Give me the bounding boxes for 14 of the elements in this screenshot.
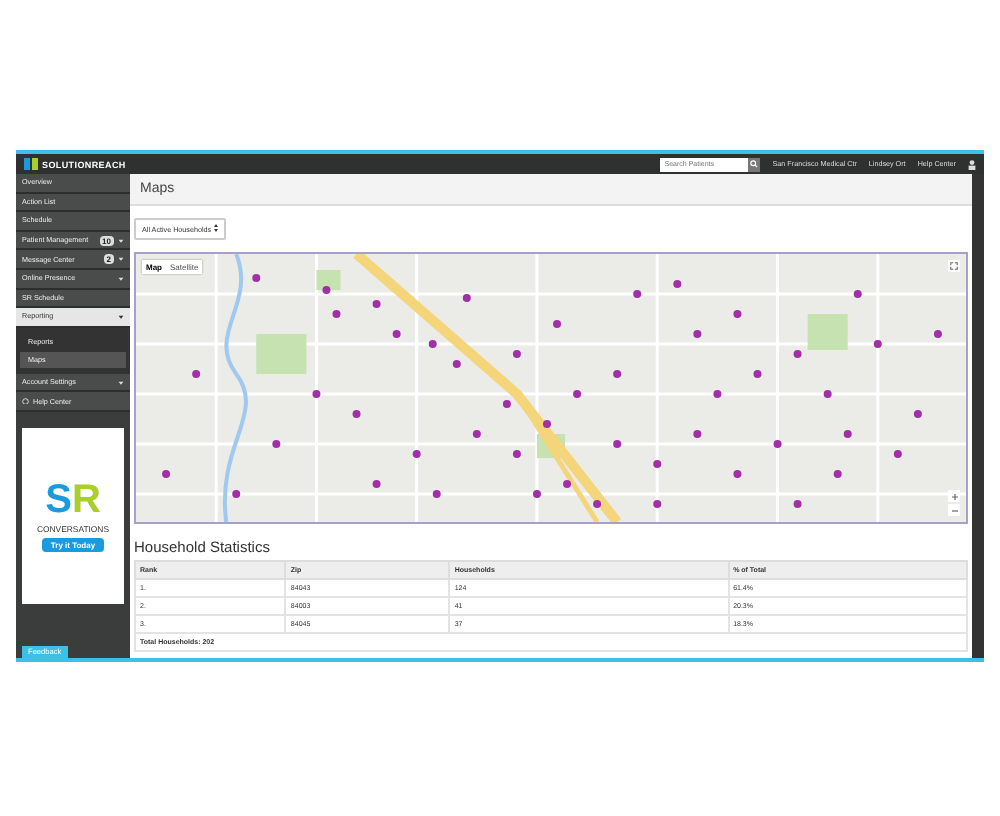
brand-logo: SR [45,479,101,520]
caret-icon [118,237,124,244]
caret-icon [118,275,124,282]
person-icon[interactable] [968,159,976,169]
sort-icon [213,224,218,232]
caret-icon [118,313,124,320]
caret-icon [118,379,124,386]
fullscreen-button[interactable] [948,260,960,272]
search-button[interactable] [748,157,761,171]
zoom-in-button[interactable] [948,490,960,502]
help-icon [22,397,29,405]
caret-icon [118,256,124,263]
zoom-out-button[interactable] [948,504,960,516]
logo-icon [24,158,38,170]
